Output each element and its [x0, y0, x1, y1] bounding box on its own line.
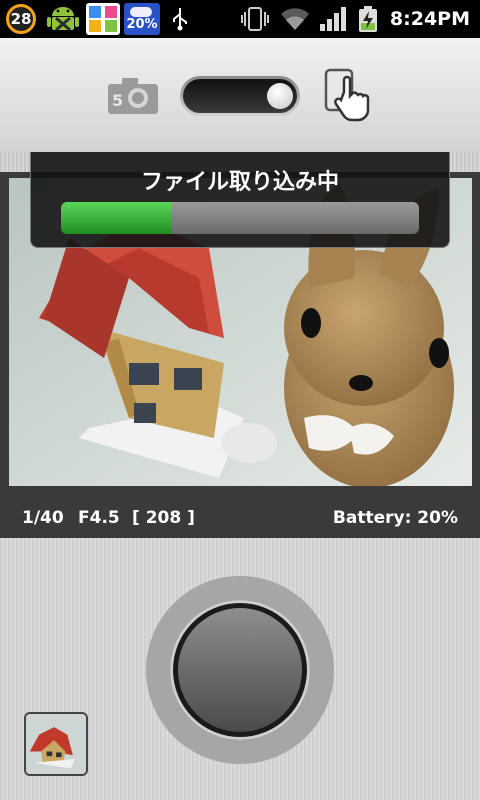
svg-text:5: 5	[112, 91, 123, 110]
touch-shutter-icon[interactable]	[322, 68, 374, 124]
usb-icon	[173, 8, 187, 31]
shutter-button[interactable]	[178, 608, 302, 732]
shutter-ring	[170, 600, 310, 740]
weather-icon: 20%	[124, 3, 160, 35]
wifi-icon	[281, 8, 309, 30]
signal-icon	[320, 7, 346, 31]
shutter-panel	[0, 538, 480, 800]
photo-gallery-icon	[86, 3, 120, 35]
last-photo-thumbnail[interactable]	[24, 712, 88, 776]
vibrate-icon	[241, 7, 269, 31]
progress-bar-fill	[61, 202, 172, 234]
shutter-button-outer[interactable]	[146, 576, 334, 764]
mode-toolbar: 5	[0, 38, 480, 150]
camera-info-bar: 1/40 F4.5 [ 208 ] Battery: 20%	[0, 498, 480, 538]
shutter-speed: 1/40	[22, 508, 64, 528]
progress-message: ファイル取り込み中	[140, 170, 339, 195]
import-progress-dialog: ファイル取り込み中	[30, 152, 450, 248]
aperture: F4.5	[78, 508, 120, 528]
battery-charging-icon	[359, 6, 377, 32]
switch-knob[interactable]	[267, 83, 293, 109]
notification-badge-icon: 28	[6, 4, 36, 34]
status-bar: 28 20% 8:24PM	[0, 0, 480, 38]
camera-battery: Battery: 20%	[332, 508, 458, 528]
mode-toggle-switch[interactable]	[180, 76, 300, 116]
clock: 8:24PM	[389, 8, 470, 30]
camera-icon[interactable]: 5	[106, 76, 160, 116]
shots-remaining: [ 208 ]	[132, 508, 195, 528]
android-icon	[47, 7, 79, 32]
switch-track	[183, 79, 297, 113]
progress-bar	[61, 202, 419, 234]
